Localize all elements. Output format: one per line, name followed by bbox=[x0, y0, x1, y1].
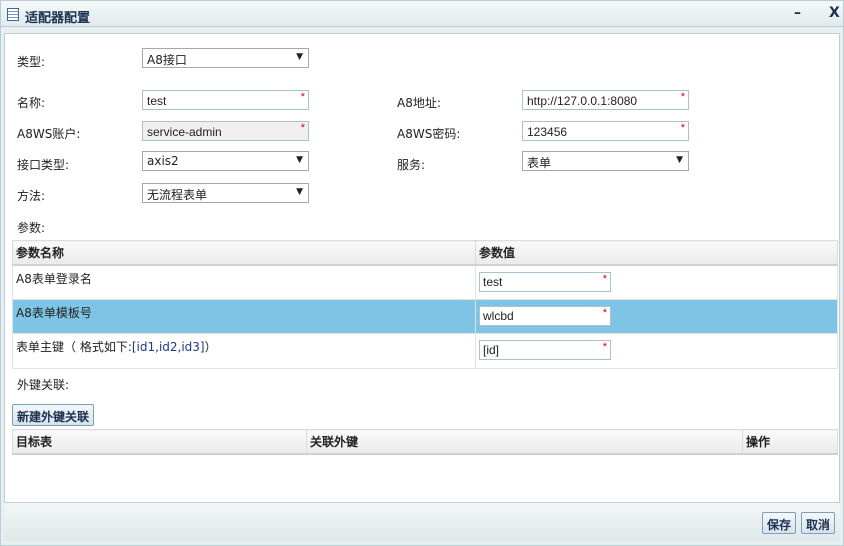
param-name: A8表单模板号 bbox=[12, 299, 476, 334]
name-label: 名称: bbox=[17, 96, 46, 110]
interface-type-label: 接口类型: bbox=[17, 158, 70, 172]
foreign-key-label: 外键关联: bbox=[17, 378, 70, 392]
required-mark: * bbox=[300, 91, 305, 103]
password-value: 123456 bbox=[527, 125, 568, 139]
chevron-down-icon: ▼ bbox=[676, 155, 683, 165]
required-mark: * bbox=[602, 341, 607, 353]
cancel-button[interactable]: 取消 bbox=[801, 512, 836, 534]
table-row-selected[interactable]: A8表单模板号 wlcbd * bbox=[12, 299, 838, 334]
foreign-key-table: 目标表 关联外键 操作 bbox=[12, 429, 838, 455]
chevron-down-icon: ▼ bbox=[296, 187, 303, 197]
dialog-footer: 保存 取消 bbox=[4, 503, 840, 541]
form-panel: 类型: A8接口 ▼ 名称: test * A8地址: http://127.0.0… bbox=[4, 33, 840, 503]
method-select[interactable]: 无流程表单 ▼ bbox=[142, 183, 309, 203]
save-button[interactable]: 保存 bbox=[762, 512, 797, 534]
table-row[interactable]: 表单主键（ 格式如下:[id1,id2,id3]） [id] * bbox=[12, 333, 838, 369]
table-icon bbox=[7, 8, 19, 21]
param-name: A8表单登录名 bbox=[12, 264, 476, 300]
type-select[interactable]: A8接口 ▼ bbox=[142, 48, 309, 68]
type-value: A8接口 bbox=[147, 53, 187, 67]
dialog-title: 适配器配置 bbox=[25, 11, 91, 26]
chevron-down-icon: ▼ bbox=[296, 155, 303, 165]
password-label: A8WS密码: bbox=[397, 127, 461, 141]
param-value: test bbox=[483, 274, 503, 289]
account-input[interactable]: service-admin * bbox=[142, 121, 309, 141]
required-mark: * bbox=[680, 122, 685, 134]
chevron-down-icon: ▼ bbox=[296, 52, 303, 62]
service-label: 服务: bbox=[397, 158, 426, 172]
a8-address-label: A8地址: bbox=[397, 96, 441, 110]
title-bar[interactable]: 适配器配置 – X bbox=[1, 1, 843, 27]
required-mark: * bbox=[602, 307, 607, 319]
required-mark: * bbox=[300, 122, 305, 134]
minimize-button[interactable]: – bbox=[794, 5, 801, 21]
interface-type-value: axis2 bbox=[147, 154, 179, 168]
param-value: [id] bbox=[483, 343, 500, 357]
col-header-param-name: 参数名称 bbox=[12, 240, 476, 266]
new-foreign-key-button[interactable]: 新建外键关联 bbox=[12, 404, 95, 426]
close-button[interactable]: X bbox=[829, 5, 840, 21]
col-header-param-value: 参数值 bbox=[475, 240, 838, 266]
param-value-input[interactable]: test * bbox=[479, 271, 611, 292]
type-label: 类型: bbox=[17, 55, 46, 69]
param-value-input[interactable]: wlcbd * bbox=[479, 306, 611, 326]
col-header-foreign-key: 关联外键 bbox=[306, 429, 743, 455]
name-input[interactable]: test * bbox=[142, 90, 309, 110]
param-value-input[interactable]: [id] * bbox=[479, 340, 611, 360]
password-input[interactable]: 123456 * bbox=[522, 121, 689, 141]
service-value: 表单 bbox=[527, 156, 552, 170]
params-table: 参数名称 参数值 A8表单登录名 test * A8表单模板号 wlcbd * 表单主键（… bbox=[12, 240, 838, 369]
a8-address-input[interactable]: http://127.0.0.1:8080 * bbox=[522, 90, 689, 110]
required-mark: * bbox=[602, 272, 607, 285]
param-name: 表单主键（ 格式如下:[id1,id2,id3]） bbox=[12, 333, 476, 369]
param-name-suffix: ） bbox=[204, 340, 217, 354]
param-value: wlcbd bbox=[483, 309, 514, 323]
account-value: service-admin bbox=[147, 125, 222, 139]
param-name-example: [id1,id2,id3] bbox=[131, 340, 205, 354]
account-label: A8WS账户: bbox=[17, 127, 81, 141]
required-mark: * bbox=[680, 91, 685, 103]
col-header-action: 操作 bbox=[742, 429, 838, 455]
method-label: 方法: bbox=[17, 189, 46, 203]
a8-address-value: http://127.0.0.1:8080 bbox=[527, 94, 638, 108]
table-row[interactable]: A8表单登录名 test * bbox=[12, 264, 838, 300]
params-label: 参数: bbox=[17, 221, 46, 235]
service-select[interactable]: 表单 ▼ bbox=[522, 151, 689, 171]
adapter-config-dialog: 适配器配置 – X 类型: A8接口 ▼ 名称: test * A8地址: http… bbox=[0, 0, 844, 546]
col-header-target-table: 目标表 bbox=[12, 429, 307, 455]
param-name-text: 表单主键（ 格式如下: bbox=[16, 340, 132, 354]
interface-type-select[interactable]: axis2 ▼ bbox=[142, 151, 309, 171]
name-value: test bbox=[147, 94, 167, 108]
method-value: 无流程表单 bbox=[147, 188, 208, 202]
